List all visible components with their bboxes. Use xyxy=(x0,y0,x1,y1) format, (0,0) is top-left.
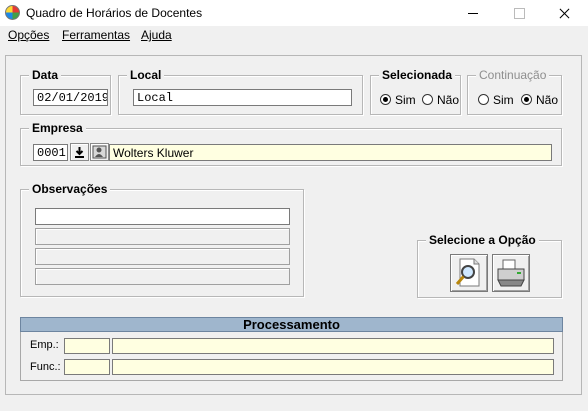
observacoes-line-4[interactable] xyxy=(35,268,290,285)
menu-ajuda-label: Ajuda xyxy=(141,28,172,42)
empresa-lookup-button[interactable] xyxy=(70,143,89,161)
func-label: Func.: xyxy=(30,361,61,373)
preview-button[interactable] xyxy=(450,254,488,292)
empresa-search-button[interactable] xyxy=(90,143,109,161)
emp-code-field xyxy=(64,338,110,354)
empresa-group-title: Empresa xyxy=(29,121,86,135)
emp-label: Emp.: xyxy=(30,339,59,351)
local-group-title: Local xyxy=(127,68,165,82)
menu-opcoes[interactable]: Opções xyxy=(8,28,49,42)
title-bar: Quadro de Horários de Docentes xyxy=(0,0,588,26)
menu-bar: Opções Ferramentas Ajuda xyxy=(0,26,588,46)
close-button[interactable] xyxy=(542,0,588,26)
menu-ferramentas-label: Ferramentas xyxy=(62,28,131,42)
observacoes-group: Observações xyxy=(20,182,304,297)
observacoes-group-title: Observações xyxy=(29,182,111,196)
menu-opcoes-label: Opções xyxy=(8,28,50,42)
selecionada-group-title: Selecionada xyxy=(379,68,456,82)
data-group-title: Data xyxy=(29,68,62,82)
processamento-header: Processamento xyxy=(20,317,563,332)
selecionada-sim-label: Sim xyxy=(395,93,416,107)
selecionada-nao-label: Não xyxy=(437,93,460,107)
observacoes-line-2[interactable] xyxy=(35,228,290,245)
local-group: Local Local xyxy=(118,68,363,115)
printer-icon xyxy=(497,259,525,287)
menu-ferramentas[interactable]: Ferramentas xyxy=(62,28,130,42)
local-input[interactable]: Local xyxy=(133,89,352,106)
continuacao-group-title: Continuação xyxy=(476,68,550,82)
continuacao-nao-radio[interactable] xyxy=(521,94,532,105)
continuacao-group: Continuação Sim Não xyxy=(467,68,562,115)
selecionada-nao-radio[interactable] xyxy=(422,94,433,105)
date-input[interactable]: 02/01/2019 xyxy=(33,89,108,106)
selecione-opcao-title: Selecione a Opção xyxy=(426,233,539,247)
func-name-field xyxy=(112,359,554,375)
empresa-group: Empresa 0001 Wolters Kluwer xyxy=(20,121,562,166)
selecionada-sim-radio[interactable] xyxy=(380,94,391,105)
minimize-button[interactable] xyxy=(450,0,496,26)
continuacao-nao-label: Não xyxy=(536,93,559,107)
emp-name-field xyxy=(112,338,554,354)
window-title: Quadro de Horários de Docentes xyxy=(26,6,203,20)
maximize-button[interactable] xyxy=(496,0,542,26)
observacoes-line-3[interactable] xyxy=(35,248,290,265)
selecione-opcao-group: Selecione a Opção xyxy=(417,233,562,298)
func-code-field xyxy=(64,359,110,375)
search-icon xyxy=(455,258,480,287)
print-button[interactable] xyxy=(492,254,530,292)
menu-ajuda[interactable]: Ajuda xyxy=(141,28,172,42)
continuacao-sim-radio[interactable] xyxy=(478,94,489,105)
download-arrow-icon xyxy=(75,147,84,158)
observacoes-line-1[interactable] xyxy=(35,208,290,225)
app-icon xyxy=(5,5,20,20)
continuacao-sim-label: Sim xyxy=(493,93,514,107)
person-search-icon xyxy=(92,145,107,159)
empresa-code-input[interactable]: 0001 xyxy=(33,144,68,161)
selecionada-group: Selecionada Sim Não xyxy=(370,68,461,115)
data-group: Data 02/01/2019 xyxy=(20,68,111,115)
empresa-name-field: Wolters Kluwer xyxy=(109,144,552,161)
processamento-panel: Emp.: Func.: xyxy=(20,332,563,381)
